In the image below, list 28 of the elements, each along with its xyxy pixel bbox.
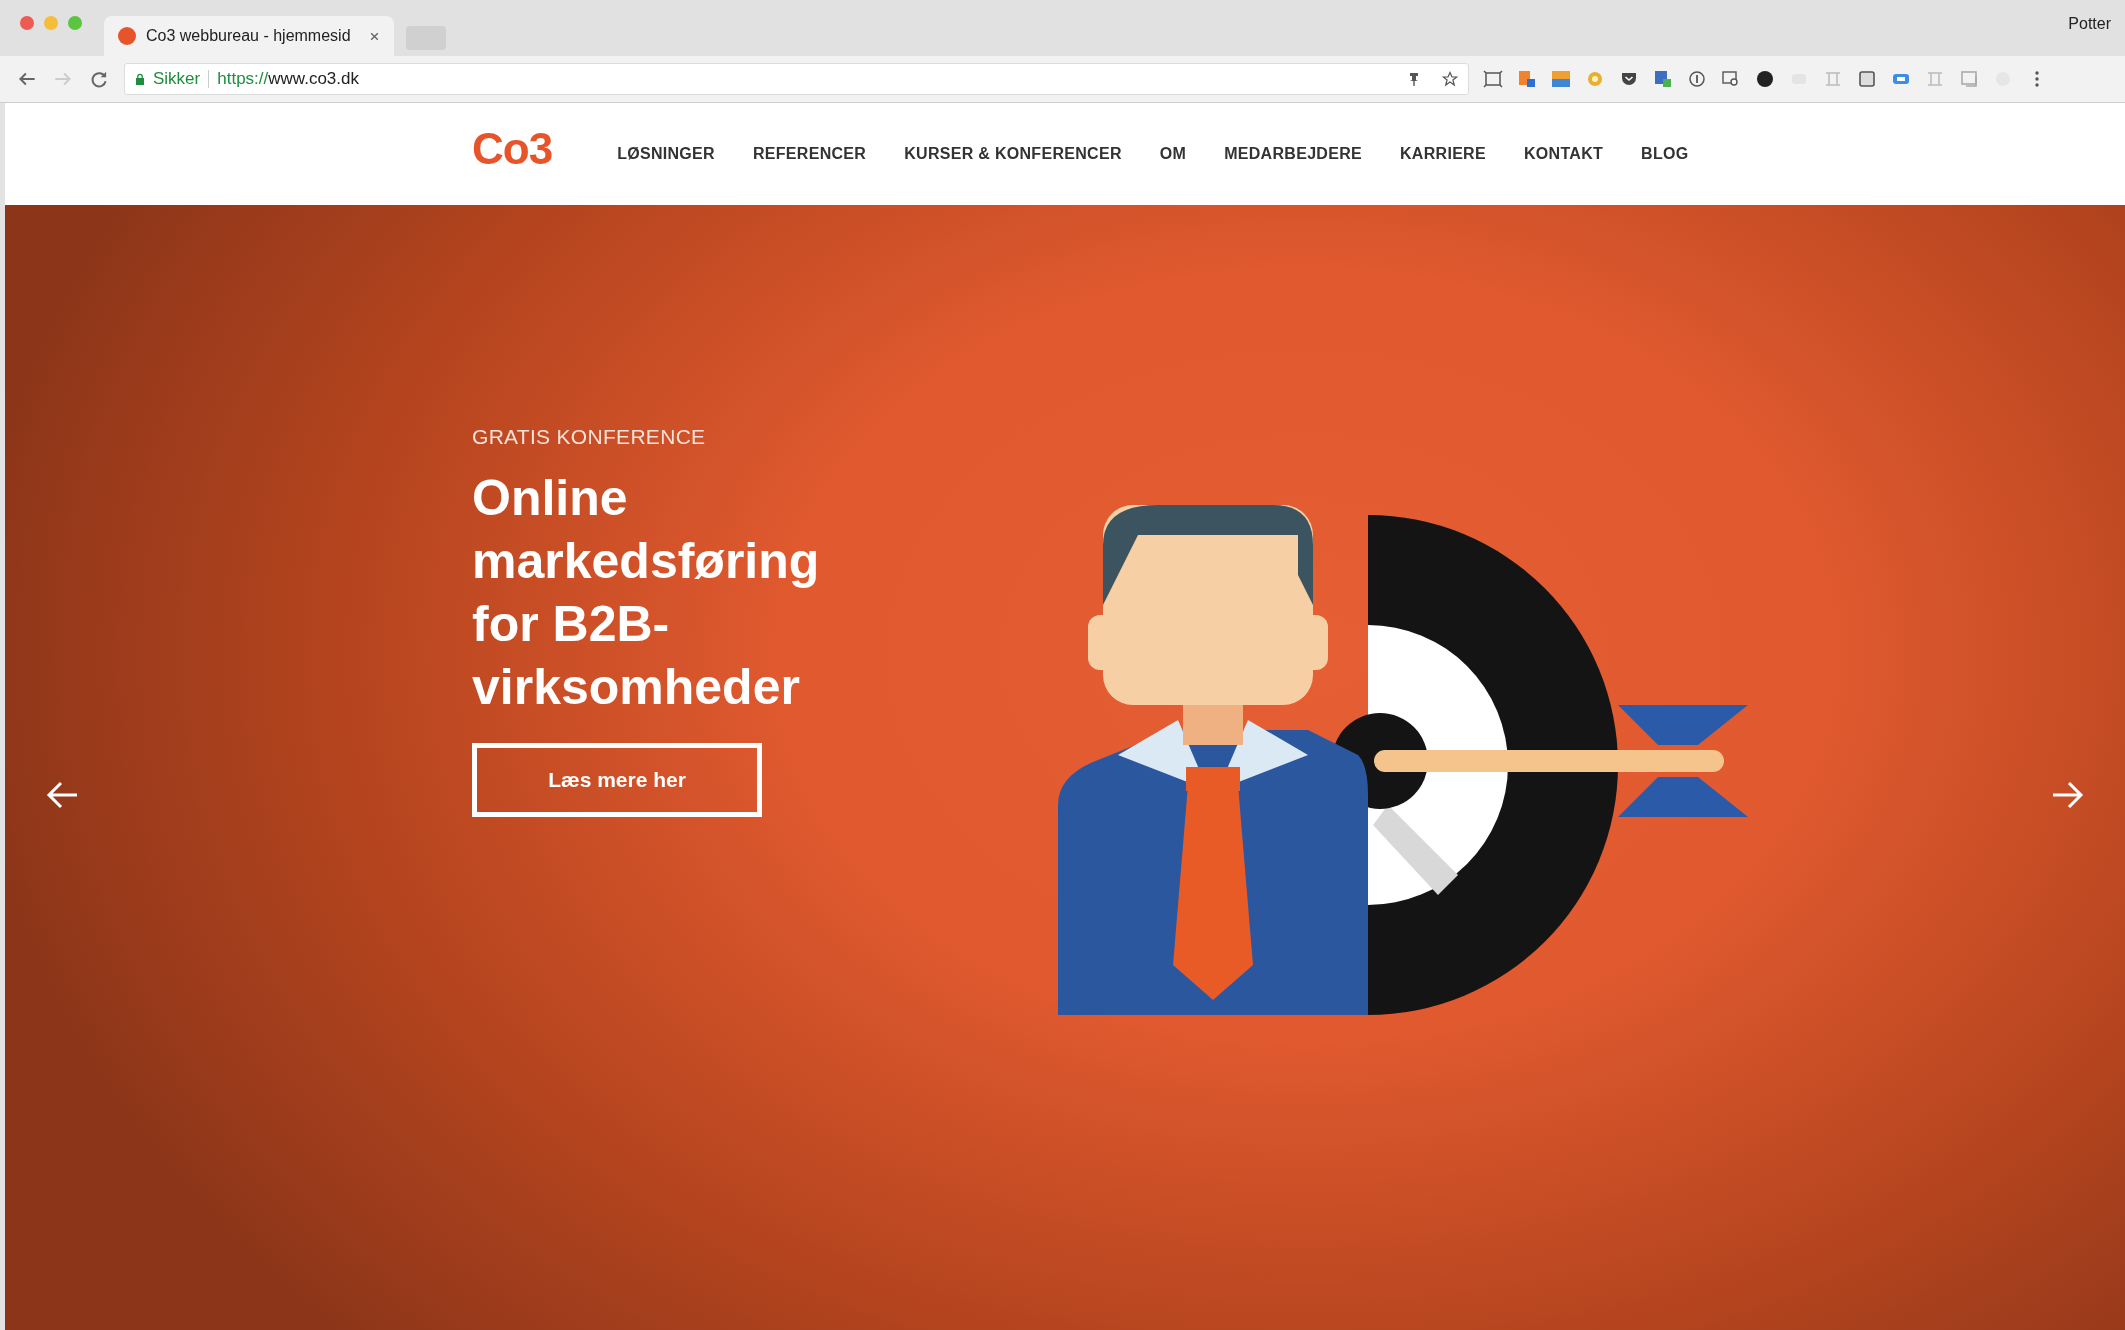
close-icon[interactable] — [369, 30, 380, 42]
nav-link[interactable]: LØSNINGER — [617, 145, 715, 163]
address-bar[interactable]: Sikker https://www.co3.dk — [124, 63, 1469, 95]
extension-icon[interactable] — [1721, 69, 1741, 89]
nav-link[interactable]: MEDARBEJDERE — [1224, 145, 1362, 163]
previous-arrow-icon[interactable] — [45, 780, 79, 810]
nav-link[interactable]: REFERENCER — [752, 145, 867, 163]
browser-tab[interactable]: Co3 webbureau - hjemmesid — [104, 16, 394, 56]
extension-icon[interactable] — [1755, 69, 1775, 89]
read-more-button[interactable]: Læs mere her — [472, 743, 762, 817]
profile-name[interactable]: Potter — [2068, 15, 2111, 33]
hero-heading: Online markedsføring for B2B-virksomheder — [472, 469, 821, 717]
extension-icon[interactable] — [1687, 69, 1707, 89]
lock-icon — [135, 73, 145, 85]
nav-link[interactable]: KARRIERE — [1400, 145, 1486, 163]
nav-link[interactable]: OM — [1159, 145, 1187, 163]
window-control-icon[interactable] — [20, 16, 34, 30]
next-arrow-icon[interactable] — [2051, 780, 2085, 810]
security-label: Sikker — [153, 69, 201, 89]
url-text: https://www.co3.dk — [217, 69, 359, 89]
bookmark-star-icon[interactable] — [1442, 71, 1458, 87]
tab-title: Co3 webbureau - hjemmesid — [146, 27, 352, 45]
nav-link[interactable]: BLOG — [1641, 145, 1689, 163]
site-logo[interactable]: Co3 — [472, 124, 553, 174]
hero-eyebrow: GRATIS KONFERENCE — [472, 425, 707, 449]
nav-link[interactable]: KURSER & KONFERENCER — [904, 145, 1122, 163]
nav-link[interactable]: KONTAKT — [1523, 145, 1604, 163]
site-favicon-icon — [118, 27, 136, 45]
